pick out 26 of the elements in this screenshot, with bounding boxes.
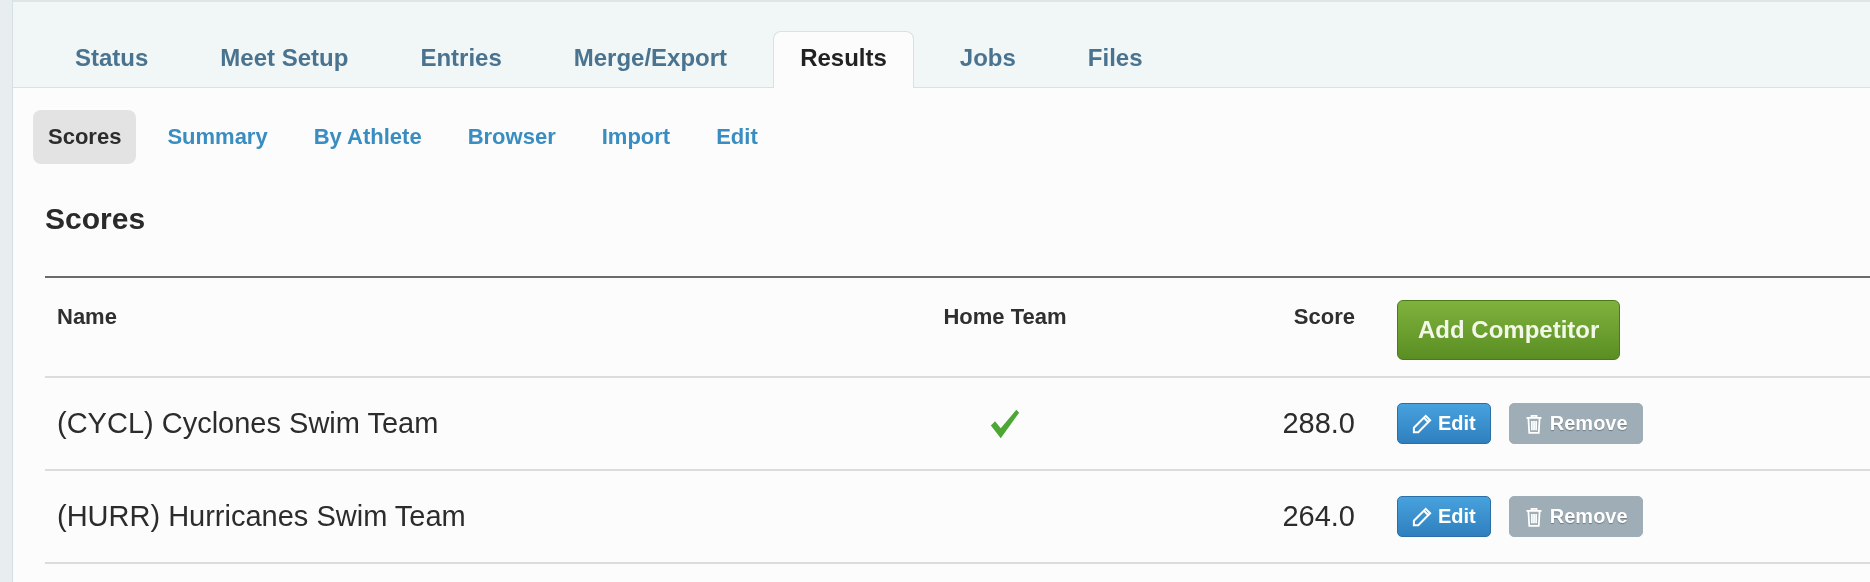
subnav-tab[interactable]: Edit <box>701 110 773 164</box>
tab[interactable]: Entries <box>394 32 528 88</box>
add-competitor-button[interactable]: Add Competitor <box>1397 300 1621 360</box>
pencil-icon <box>1412 413 1432 434</box>
table-cell-text: 288.0 <box>1281 407 1355 440</box>
tab[interactable]: Merge/Export <box>547 32 754 88</box>
tab[interactable]: Results <box>773 31 914 88</box>
subnav-tab[interactable]: Browser <box>452 110 571 164</box>
column-header: Name <box>56 304 118 330</box>
subnav-tab[interactable]: Summary <box>152 110 283 164</box>
edit-button[interactable]: Edit <box>1397 403 1491 444</box>
pencil-icon <box>1412 506 1432 527</box>
table-cell-text: 264.0 <box>1281 500 1355 533</box>
table-cell-text: (HURR) Hurricanes Swim Team <box>56 500 467 533</box>
subnav-tab[interactable]: By Athlete <box>298 110 437 164</box>
tab[interactable]: Status <box>49 32 175 88</box>
subnav-tab[interactable]: Scores <box>33 110 137 164</box>
table-cell-text: (CYCL) Cyclones Swim Team <box>56 407 440 440</box>
tab[interactable]: Files <box>1061 32 1169 88</box>
section-heading: Scores <box>45 202 147 236</box>
tab[interactable]: Meet Setup <box>194 32 375 88</box>
edit-button[interactable]: Edit <box>1397 496 1491 537</box>
subnav-tab[interactable]: Import <box>586 110 686 164</box>
column-header: Home Team <box>942 304 1068 330</box>
column-header: Score <box>1292 304 1355 330</box>
tab[interactable]: Jobs <box>933 32 1042 88</box>
